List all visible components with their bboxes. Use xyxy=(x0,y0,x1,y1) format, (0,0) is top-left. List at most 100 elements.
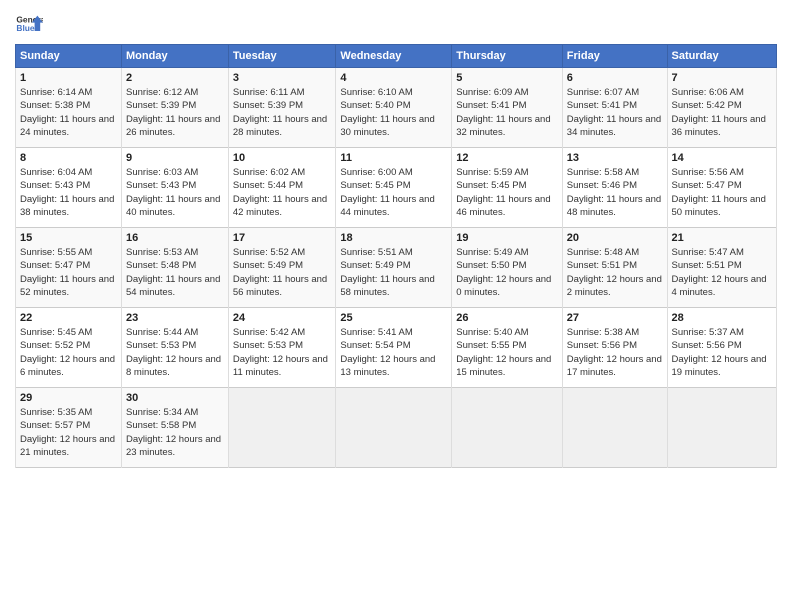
sunrise-label: Sunrise: 5:52 AM xyxy=(233,247,305,258)
calendar-cell: 6 Sunrise: 6:07 AM Sunset: 5:41 PM Dayli… xyxy=(562,68,667,148)
daylight-label: Daylight: 11 hours and 38 minutes. xyxy=(20,194,114,218)
sunset-label: Sunset: 5:55 PM xyxy=(456,340,526,351)
sunset-label: Sunset: 5:47 PM xyxy=(672,180,742,191)
daylight-label: Daylight: 11 hours and 26 minutes. xyxy=(126,114,220,138)
day-info: Sunrise: 6:02 AM Sunset: 5:44 PM Dayligh… xyxy=(233,166,332,219)
week-row-1: 1 Sunrise: 6:14 AM Sunset: 5:38 PM Dayli… xyxy=(16,68,777,148)
day-info: Sunrise: 5:49 AM Sunset: 5:50 PM Dayligh… xyxy=(456,246,558,299)
daylight-label: Daylight: 11 hours and 48 minutes. xyxy=(567,194,661,218)
day-info: Sunrise: 5:41 AM Sunset: 5:54 PM Dayligh… xyxy=(340,326,447,379)
day-number: 19 xyxy=(456,232,558,244)
sunrise-label: Sunrise: 5:48 AM xyxy=(567,247,639,258)
sunrise-label: Sunrise: 5:44 AM xyxy=(126,327,198,338)
calendar-cell: 18 Sunrise: 5:51 AM Sunset: 5:49 PM Dayl… xyxy=(336,228,452,308)
calendar-cell: 23 Sunrise: 5:44 AM Sunset: 5:53 PM Dayl… xyxy=(122,308,229,388)
day-number: 24 xyxy=(233,312,332,324)
sunrise-label: Sunrise: 6:12 AM xyxy=(126,87,198,98)
calendar-cell: 19 Sunrise: 5:49 AM Sunset: 5:50 PM Dayl… xyxy=(452,228,563,308)
calendar-cell: 14 Sunrise: 5:56 AM Sunset: 5:47 PM Dayl… xyxy=(667,148,776,228)
calendar-cell: 13 Sunrise: 5:58 AM Sunset: 5:46 PM Dayl… xyxy=(562,148,667,228)
day-number: 26 xyxy=(456,312,558,324)
sunrise-label: Sunrise: 6:00 AM xyxy=(340,167,412,178)
daylight-label: Daylight: 12 hours and 6 minutes. xyxy=(20,354,115,378)
calendar-cell: 2 Sunrise: 6:12 AM Sunset: 5:39 PM Dayli… xyxy=(122,68,229,148)
day-info: Sunrise: 6:00 AM Sunset: 5:45 PM Dayligh… xyxy=(340,166,447,219)
week-row-5: 29 Sunrise: 5:35 AM Sunset: 5:57 PM Dayl… xyxy=(16,388,777,468)
day-number: 16 xyxy=(126,232,224,244)
daylight-label: Daylight: 11 hours and 52 minutes. xyxy=(20,274,114,298)
day-info: Sunrise: 5:52 AM Sunset: 5:49 PM Dayligh… xyxy=(233,246,332,299)
daylight-label: Daylight: 11 hours and 40 minutes. xyxy=(126,194,220,218)
sunset-label: Sunset: 5:45 PM xyxy=(456,180,526,191)
sunrise-label: Sunrise: 6:06 AM xyxy=(672,87,744,98)
daylight-label: Daylight: 12 hours and 15 minutes. xyxy=(456,354,551,378)
daylight-label: Daylight: 11 hours and 46 minutes. xyxy=(456,194,550,218)
sunset-label: Sunset: 5:53 PM xyxy=(233,340,303,351)
sunset-label: Sunset: 5:46 PM xyxy=(567,180,637,191)
sunrise-label: Sunrise: 5:49 AM xyxy=(456,247,528,258)
calendar-cell xyxy=(452,388,563,468)
sunrise-label: Sunrise: 5:41 AM xyxy=(340,327,412,338)
calendar-cell: 11 Sunrise: 6:00 AM Sunset: 5:45 PM Dayl… xyxy=(336,148,452,228)
day-number: 3 xyxy=(233,72,332,84)
calendar-cell xyxy=(228,388,336,468)
day-info: Sunrise: 5:40 AM Sunset: 5:55 PM Dayligh… xyxy=(456,326,558,379)
sunset-label: Sunset: 5:54 PM xyxy=(340,340,410,351)
daylight-label: Daylight: 12 hours and 8 minutes. xyxy=(126,354,221,378)
sunset-label: Sunset: 5:49 PM xyxy=(340,260,410,271)
calendar-cell: 16 Sunrise: 5:53 AM Sunset: 5:48 PM Dayl… xyxy=(122,228,229,308)
calendar-cell: 10 Sunrise: 6:02 AM Sunset: 5:44 PM Dayl… xyxy=(228,148,336,228)
sunset-label: Sunset: 5:41 PM xyxy=(567,100,637,111)
sunset-label: Sunset: 5:51 PM xyxy=(672,260,742,271)
daylight-label: Daylight: 12 hours and 11 minutes. xyxy=(233,354,328,378)
sunset-label: Sunset: 5:53 PM xyxy=(126,340,196,351)
day-number: 20 xyxy=(567,232,663,244)
weekday-header-saturday: Saturday xyxy=(667,45,776,68)
daylight-label: Daylight: 11 hours and 30 minutes. xyxy=(340,114,434,138)
day-info: Sunrise: 5:59 AM Sunset: 5:45 PM Dayligh… xyxy=(456,166,558,219)
daylight-label: Daylight: 11 hours and 24 minutes. xyxy=(20,114,114,138)
day-number: 12 xyxy=(456,152,558,164)
calendar-table: SundayMondayTuesdayWednesdayThursdayFrid… xyxy=(15,44,777,468)
calendar-cell: 24 Sunrise: 5:42 AM Sunset: 5:53 PM Dayl… xyxy=(228,308,336,388)
calendar-cell: 21 Sunrise: 5:47 AM Sunset: 5:51 PM Dayl… xyxy=(667,228,776,308)
sunrise-label: Sunrise: 5:56 AM xyxy=(672,167,744,178)
sunrise-label: Sunrise: 5:55 AM xyxy=(20,247,92,258)
daylight-label: Daylight: 12 hours and 19 minutes. xyxy=(672,354,767,378)
daylight-label: Daylight: 12 hours and 0 minutes. xyxy=(456,274,551,298)
daylight-label: Daylight: 11 hours and 58 minutes. xyxy=(340,274,434,298)
calendar-cell: 3 Sunrise: 6:11 AM Sunset: 5:39 PM Dayli… xyxy=(228,68,336,148)
day-number: 17 xyxy=(233,232,332,244)
day-info: Sunrise: 6:12 AM Sunset: 5:39 PM Dayligh… xyxy=(126,86,224,139)
calendar-cell: 25 Sunrise: 5:41 AM Sunset: 5:54 PM Dayl… xyxy=(336,308,452,388)
calendar-cell: 7 Sunrise: 6:06 AM Sunset: 5:42 PM Dayli… xyxy=(667,68,776,148)
daylight-label: Daylight: 11 hours and 54 minutes. xyxy=(126,274,220,298)
day-number: 9 xyxy=(126,152,224,164)
sunset-label: Sunset: 5:41 PM xyxy=(456,100,526,111)
calendar-cell: 8 Sunrise: 6:04 AM Sunset: 5:43 PM Dayli… xyxy=(16,148,122,228)
calendar-cell xyxy=(336,388,452,468)
day-info: Sunrise: 6:03 AM Sunset: 5:43 PM Dayligh… xyxy=(126,166,224,219)
week-row-2: 8 Sunrise: 6:04 AM Sunset: 5:43 PM Dayli… xyxy=(16,148,777,228)
sunset-label: Sunset: 5:42 PM xyxy=(672,100,742,111)
weekday-header-thursday: Thursday xyxy=(452,45,563,68)
day-number: 21 xyxy=(672,232,772,244)
daylight-label: Daylight: 11 hours and 34 minutes. xyxy=(567,114,661,138)
day-number: 22 xyxy=(20,312,117,324)
sunset-label: Sunset: 5:45 PM xyxy=(340,180,410,191)
calendar-cell: 28 Sunrise: 5:37 AM Sunset: 5:56 PM Dayl… xyxy=(667,308,776,388)
sunrise-label: Sunrise: 5:40 AM xyxy=(456,327,528,338)
sunrise-label: Sunrise: 5:34 AM xyxy=(126,407,198,418)
weekday-header-friday: Friday xyxy=(562,45,667,68)
sunrise-label: Sunrise: 5:35 AM xyxy=(20,407,92,418)
calendar-cell: 26 Sunrise: 5:40 AM Sunset: 5:55 PM Dayl… xyxy=(452,308,563,388)
sunset-label: Sunset: 5:52 PM xyxy=(20,340,90,351)
sunrise-label: Sunrise: 5:59 AM xyxy=(456,167,528,178)
daylight-label: Daylight: 12 hours and 2 minutes. xyxy=(567,274,662,298)
daylight-label: Daylight: 12 hours and 17 minutes. xyxy=(567,354,662,378)
daylight-label: Daylight: 11 hours and 36 minutes. xyxy=(672,114,766,138)
weekday-header-monday: Monday xyxy=(122,45,229,68)
calendar-cell: 20 Sunrise: 5:48 AM Sunset: 5:51 PM Dayl… xyxy=(562,228,667,308)
day-info: Sunrise: 5:56 AM Sunset: 5:47 PM Dayligh… xyxy=(672,166,772,219)
sunset-label: Sunset: 5:49 PM xyxy=(233,260,303,271)
